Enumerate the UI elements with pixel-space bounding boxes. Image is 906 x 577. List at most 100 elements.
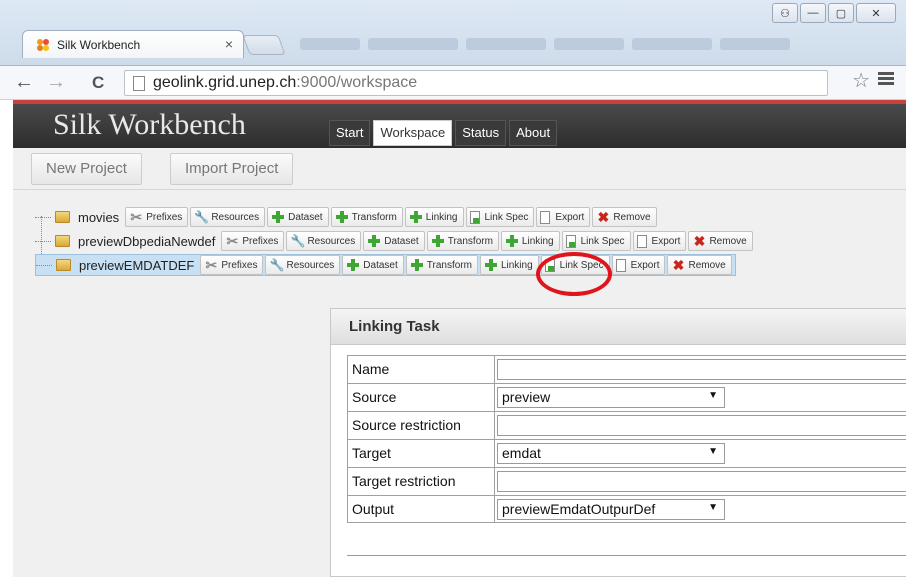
address-bar[interactable]: geolink.grid.unep.ch:9000/workspace [124,70,828,96]
browser-menu-icon[interactable] [878,72,894,86]
linking-button[interactable]: Linking [479,255,539,275]
link-spec-button[interactable]: Link Spec [465,207,535,227]
form-divider [347,555,906,556]
project-row[interactable]: previewDbpediaNewdef ✂ Prefixes 🔧 Resources D… [35,230,753,252]
target-select[interactable]: emdat ▼ [497,443,725,464]
close-window-button[interactable]: ✕ [856,3,896,23]
button-label: Dataset [363,259,398,271]
button-label: Dataset [384,235,419,247]
target-restriction-label: Target restriction [347,468,495,495]
browser-titlebar: Silk Workbench × ⚇ — ▢ ✕ [0,0,906,66]
blurred-tab [466,38,546,50]
linking-button[interactable]: Linking [500,231,560,251]
link-spec-doc-icon [565,234,576,248]
reload-icon[interactable]: C [92,73,104,93]
linking-button[interactable]: Linking [404,207,464,227]
button-label: Export [630,259,660,271]
transform-button[interactable]: Transform [426,231,499,251]
source-restriction-label: Source restriction [347,412,495,439]
prefixes-button[interactable]: ✂ Prefixes [221,231,285,251]
page: Silk Workbench Start Workspace Status Ab… [0,100,906,577]
source-select[interactable]: preview ▼ [497,387,725,408]
project-name[interactable]: movies [78,210,119,225]
resources-button[interactable]: 🔧 Resources [265,255,341,275]
export-button[interactable]: Export [611,255,666,275]
output-label: Output [347,496,495,522]
browser-tab[interactable]: Silk Workbench × [22,30,244,58]
back-arrow-icon[interactable]: ← [14,71,34,94]
project-name[interactable]: previewDbpediaNewdef [78,234,215,249]
form-row: Target restriction [347,467,906,495]
project-row[interactable]: previewEMDATDEF ✂ Prefixes 🔧 Resources Datase… [35,254,736,276]
button-label: Prefixes [221,259,258,271]
dataset-button[interactable]: Dataset [267,207,329,227]
resources-button[interactable]: 🔧 Resources [190,207,266,227]
button-label: Transform [447,235,493,247]
blurred-tab [720,38,790,50]
plus-icon [335,210,349,224]
project-name[interactable]: previewEMDATDEF [79,258,194,273]
new-tab-button[interactable] [242,35,286,55]
folder-icon [55,211,70,223]
button-label: Resources [286,259,335,271]
tree-connector [35,216,51,218]
main-nav: Start Workspace Status About [329,120,558,146]
transform-button[interactable]: Transform [330,207,403,227]
field-cell: preview ▼ [495,384,906,411]
prefixes-button[interactable]: ✂ Prefixes [200,255,264,275]
name-input[interactable] [497,359,906,380]
app-header: Silk Workbench Start Workspace Status Ab… [13,104,906,148]
new-project-button[interactable]: New Project [31,153,142,185]
button-label: Transform [426,259,472,271]
minimize-button[interactable]: — [800,3,826,23]
target-restriction-input[interactable] [497,471,906,492]
nav-workspace[interactable]: Workspace [373,120,453,146]
maximize-button[interactable]: ▢ [828,3,854,23]
remove-button[interactable]: ✖ Remove [592,207,657,227]
target-label: Target [347,440,495,467]
form-row: Name [347,355,906,383]
button-label: Prefixes [146,211,183,223]
tree-connector [35,240,51,242]
prefixes-button[interactable]: ✂ Prefixes [125,207,189,227]
transform-button[interactable]: Transform [405,255,478,275]
remove-x-icon: ✖ [693,233,706,249]
plus-icon [346,258,360,272]
field-cell: emdat ▼ [495,440,906,467]
bookmark-star-icon[interactable]: ☆ [852,68,870,93]
annotation-circle [536,252,612,296]
nav-start[interactable]: Start [329,120,371,146]
tree-connector [36,264,52,266]
button-label: Linking [500,259,533,271]
remove-button[interactable]: ✖ Remove [688,231,753,251]
link-spec-button[interactable]: Link Spec [561,231,631,251]
nav-status[interactable]: Status [455,120,507,146]
export-button[interactable]: Export [632,231,687,251]
remove-button[interactable]: ✖ Remove [667,255,732,275]
dataset-button[interactable]: Dataset [363,231,425,251]
forward-arrow-icon[interactable]: → [46,71,66,94]
import-project-button[interactable]: Import Project [170,153,294,185]
form-row: Source preview ▼ [347,383,906,411]
dataset-button[interactable]: Dataset [342,255,404,275]
tools-icon: ✂ [205,257,218,273]
project-toolbar: New Project Import Project [13,148,906,190]
blurred-tab [300,38,360,50]
blurred-tab [554,38,624,50]
nav-about[interactable]: About [509,120,558,146]
source-restriction-input[interactable] [497,415,906,436]
resources-button[interactable]: 🔧 Resources [286,231,362,251]
export-button[interactable]: Export [536,207,591,227]
url-text: geolink.grid.unep.ch:9000/workspace [153,74,418,91]
project-row[interactable]: movies ✂ Prefixes 🔧 Resources Dataset Transfor… [35,206,657,228]
button-label: Remove [688,259,726,271]
tools-icon: ✂ [226,233,239,249]
plus-icon [271,210,285,224]
tab-close-icon[interactable]: × [225,36,233,52]
plus-icon [410,258,424,272]
button-label: Export [651,235,681,247]
user-icon[interactable]: ⚇ [772,3,798,23]
export-doc-icon [615,258,626,272]
plus-icon [367,234,381,248]
output-select[interactable]: previewEmdatOutpurDef ▼ [497,499,725,520]
